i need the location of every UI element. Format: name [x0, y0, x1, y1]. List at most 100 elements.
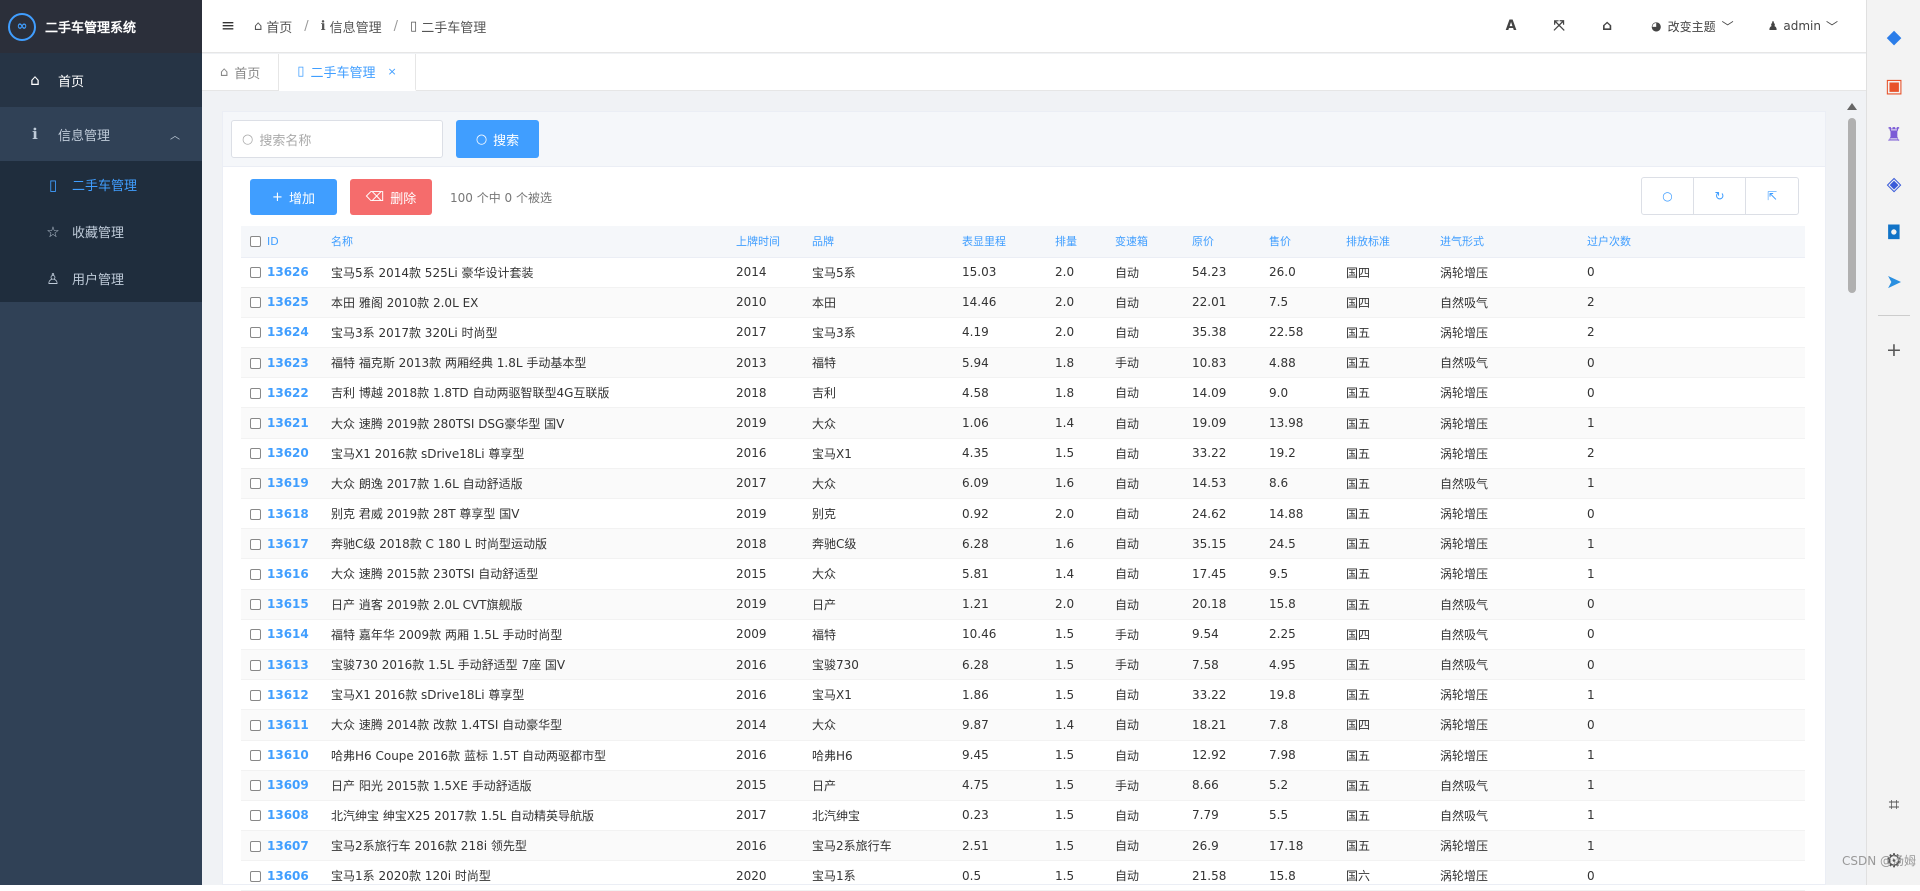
table-row[interactable]: 13617奔驰C级 2018款 C 180 L 时尚型运动版2018奔驰C级6.… — [241, 529, 1805, 559]
add-icon[interactable]: + — [1867, 325, 1920, 374]
column-header[interactable]: 排放标准 — [1346, 226, 1440, 257]
column-header[interactable]: 过户次数 — [1587, 226, 1805, 257]
row-checkbox[interactable] — [241, 770, 267, 800]
table-row[interactable]: 13607宝马2系旅行车 2016款 218i 领先型2016宝马2系旅行车2.… — [241, 831, 1805, 861]
row-checkbox[interactable] — [241, 619, 267, 649]
row-checkbox[interactable] — [241, 680, 267, 710]
row-checkbox[interactable] — [241, 408, 267, 438]
search-input[interactable]: ○ 搜索名称 — [231, 120, 443, 158]
outlook-icon[interactable]: ◘ — [1867, 208, 1920, 257]
row-checkbox[interactable] — [241, 589, 267, 619]
row-checkbox[interactable] — [241, 740, 267, 770]
row-id-link[interactable]: 13606 — [267, 861, 331, 891]
row-checkbox[interactable] — [241, 529, 267, 559]
column-header[interactable]: 变速箱 — [1115, 226, 1192, 257]
add-button[interactable]: + 增加 — [250, 179, 337, 215]
row-checkbox[interactable] — [241, 378, 267, 408]
row-id-link[interactable]: 13613 — [267, 649, 331, 679]
column-header[interactable]: ID — [267, 226, 331, 257]
vertical-scrollbar[interactable] — [1846, 96, 1858, 885]
close-icon[interactable]: × — [387, 65, 396, 78]
sidebar-item-users[interactable]: ♙ 用户管理 — [0, 255, 202, 302]
row-checkbox[interactable] — [241, 438, 267, 468]
tab-home[interactable]: ⌂ 首页 — [202, 54, 279, 91]
table-row[interactable]: 13614福特 嘉年华 2009款 两厢 1.5L 手动时尚型2009福特10.… — [241, 619, 1805, 649]
scrollbar-thumb[interactable] — [1848, 118, 1856, 293]
column-header[interactable]: 排量 — [1055, 226, 1115, 257]
row-checkbox[interactable] — [241, 800, 267, 830]
row-id-link[interactable]: 13614 — [267, 619, 331, 649]
column-header[interactable]: 品牌 — [812, 226, 962, 257]
row-id-link[interactable]: 13615 — [267, 589, 331, 619]
row-id-link[interactable]: 13619 — [267, 468, 331, 498]
chess-icon[interactable]: ♜ — [1867, 110, 1920, 159]
column-header[interactable]: 名称 — [331, 226, 736, 257]
send-icon[interactable]: ➤ — [1867, 257, 1920, 306]
breadcrumb-item[interactable]: 信息管理 — [330, 17, 382, 36]
export-icon[interactable]: ⇱ — [1746, 178, 1798, 214]
tag-icon[interactable]: ◆ — [1867, 12, 1920, 61]
table-row[interactable]: 13613宝骏730 2016款 1.5L 手动舒适型 7座 国V2016宝骏7… — [241, 649, 1805, 679]
row-id-link[interactable]: 13616 — [267, 559, 331, 589]
row-checkbox[interactable] — [241, 499, 267, 529]
table-row[interactable]: 13622吉利 博越 2018款 1.8TD 自动两驱智联型4G互联版2018吉… — [241, 378, 1805, 408]
search-icon[interactable]: ○ — [1642, 178, 1694, 214]
font-size-icon[interactable]: A — [1487, 18, 1535, 34]
column-header[interactable]: 上牌时间 — [736, 226, 812, 257]
table-row[interactable]: 13619大众 朗逸 2017款 1.6L 自动舒适版2017大众6.091.6… — [241, 468, 1805, 498]
sidebar-item-home[interactable]: ⌂ 首页 — [0, 53, 202, 107]
row-id-link[interactable]: 13621 — [267, 408, 331, 438]
table-row[interactable]: 13616大众 速腾 2015款 230TSI 自动舒适型2015大众5.811… — [241, 559, 1805, 589]
row-id-link[interactable]: 13622 — [267, 378, 331, 408]
row-id-link[interactable]: 13624 — [267, 317, 331, 347]
refresh-icon[interactable]: ↻ — [1694, 178, 1746, 214]
sidebar-item-favorites[interactable]: ☆ 收藏管理 — [0, 208, 202, 255]
row-id-link[interactable]: 13607 — [267, 831, 331, 861]
table-row[interactable]: 13610哈弗H6 Coupe 2016款 蓝标 1.5T 自动两驱都市型201… — [241, 740, 1805, 770]
tab-car-manage[interactable]: ▯ 二手车管理 × — [279, 54, 415, 91]
table-row[interactable]: 13621大众 速腾 2019款 280TSI DSG豪华型 国V2019大众1… — [241, 408, 1805, 438]
column-header[interactable]: 原价 — [1192, 226, 1269, 257]
toolbox-icon[interactable]: ▣ — [1867, 61, 1920, 110]
row-checkbox[interactable] — [241, 257, 267, 287]
row-id-link[interactable]: 13625 — [267, 287, 331, 317]
table-row[interactable]: 13615日产 逍客 2019款 2.0L CVT旗舰版2019日产1.212.… — [241, 589, 1805, 619]
row-id-link[interactable]: 13609 — [267, 770, 331, 800]
row-checkbox[interactable] — [241, 348, 267, 378]
table-row[interactable]: 13606宝马1系 2020款 120i 时尚型2020宝马1系0.51.5自动… — [241, 861, 1805, 891]
sidebar-item-info[interactable]: ℹ 信息管理 ︿ — [0, 107, 202, 161]
row-id-link[interactable]: 13610 — [267, 740, 331, 770]
row-checkbox[interactable] — [241, 710, 267, 740]
scroll-up-icon[interactable] — [1847, 103, 1857, 110]
table-row[interactable]: 13626宝马5系 2014款 525Li 豪华设计套装2014宝马5系15.0… — [241, 257, 1805, 287]
breadcrumb-item[interactable]: 首页 — [266, 17, 292, 36]
row-id-link[interactable]: 13626 — [267, 257, 331, 287]
table-row[interactable]: 13620宝马X1 2016款 sDrive18Li 尊享型2016宝马X14.… — [241, 438, 1805, 468]
table-row[interactable]: 13608北汽绅宝 绅宝X25 2017款 1.5L 自动精英导航版2017北汽… — [241, 800, 1805, 830]
row-id-link[interactable]: 13618 — [267, 499, 331, 529]
row-id-link[interactable]: 13611 — [267, 710, 331, 740]
column-header[interactable]: 售价 — [1269, 226, 1346, 257]
column-header[interactable]: 进气形式 — [1440, 226, 1587, 257]
table-row[interactable]: 13623福特 福克斯 2013款 两厢经典 1.8L 手动基本型2013福特5… — [241, 348, 1805, 378]
delete-button[interactable]: ⌫ 删除 — [350, 179, 432, 215]
row-checkbox[interactable] — [241, 559, 267, 589]
row-checkbox[interactable] — [241, 468, 267, 498]
row-checkbox[interactable] — [241, 317, 267, 347]
screenshot-icon[interactable]: ⌗ — [1867, 780, 1920, 829]
table-row[interactable]: 13625本田 雅阁 2010款 2.0L EX2010本田14.462.0自动… — [241, 287, 1805, 317]
home-icon[interactable]: ⌂ — [1583, 18, 1631, 34]
row-checkbox[interactable] — [241, 649, 267, 679]
sidebar-item-car-manage[interactable]: ▯ 二手车管理 — [0, 161, 202, 208]
row-id-link[interactable]: 13612 — [267, 680, 331, 710]
copilot-icon[interactable]: ◈ — [1867, 159, 1920, 208]
row-id-link[interactable]: 13620 — [267, 438, 331, 468]
fullscreen-icon[interactable]: ⤧ — [1535, 18, 1583, 34]
table-row[interactable]: 13624宝马3系 2017款 320Li 时尚型2017宝马3系4.192.0… — [241, 317, 1805, 347]
row-id-link[interactable]: 13608 — [267, 800, 331, 830]
search-button[interactable]: ○ 搜索 — [456, 120, 539, 158]
row-checkbox[interactable] — [241, 287, 267, 317]
theme-dropdown[interactable]: ◕ 改变主题 ﹀ — [1651, 18, 1734, 35]
table-row[interactable]: 13612宝马X1 2016款 sDrive18Li 尊享型2016宝马X11.… — [241, 680, 1805, 710]
select-all-checkbox[interactable] — [241, 226, 267, 257]
